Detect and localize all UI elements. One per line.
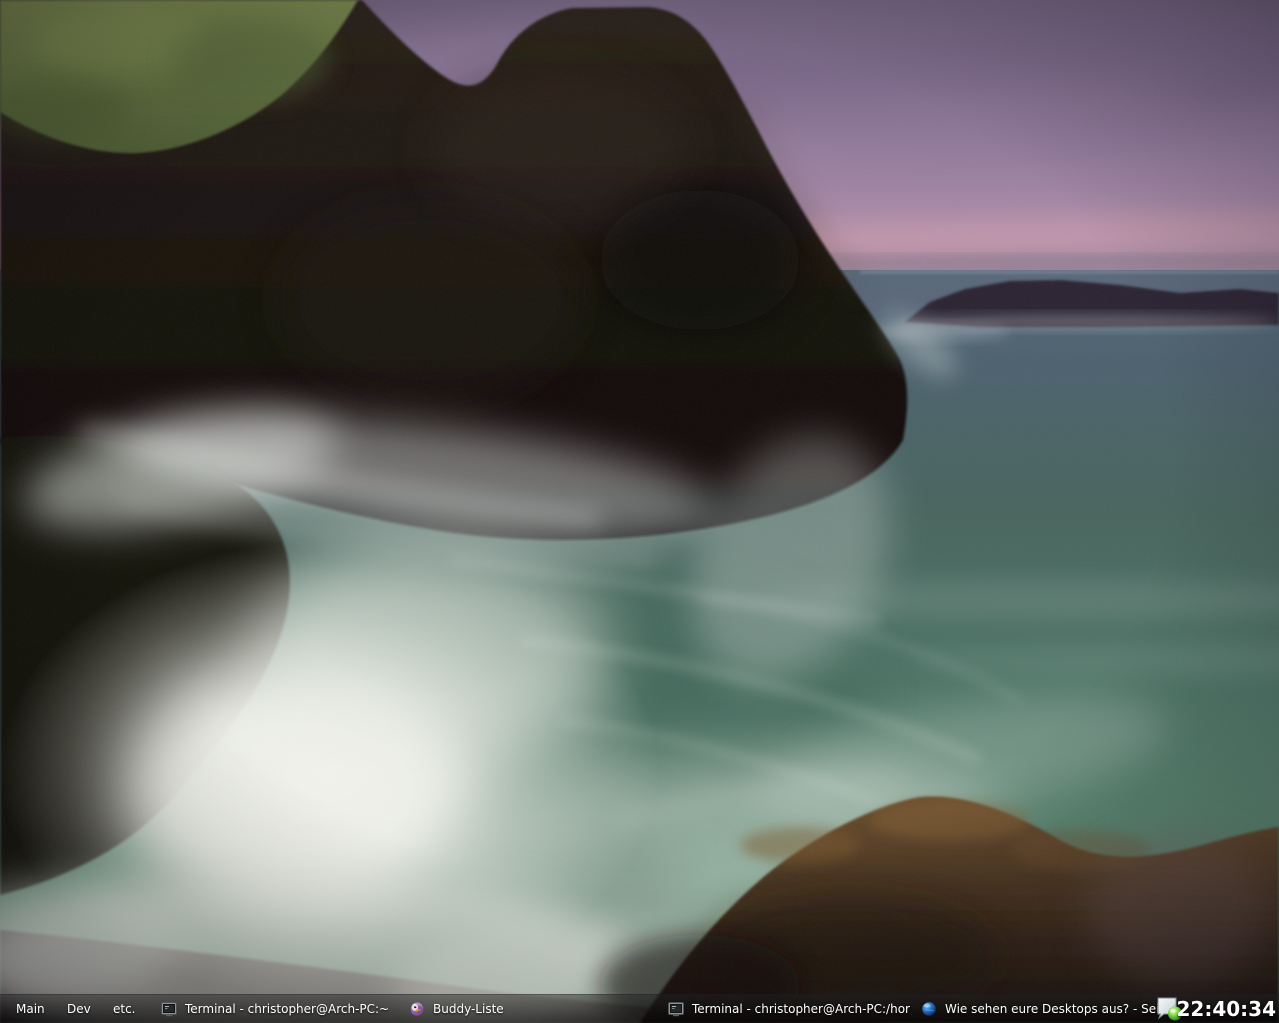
- globe-icon: [921, 1001, 937, 1017]
- task-label: Terminal - christopher@Arch-PC:/hor: [692, 1002, 910, 1016]
- task-label: Wie sehen eure Desktops aus? - Seit: [945, 1002, 1164, 1016]
- task-label: Terminal - christopher@Arch-PC:~: [185, 1002, 389, 1016]
- menu-main[interactable]: Main: [16, 995, 45, 1023]
- menu-dev[interactable]: Dev: [67, 995, 91, 1023]
- task-terminal-hor[interactable]: Terminal - christopher@Arch-PC:/hor: [668, 995, 910, 1023]
- task-browser-desktops-thread[interactable]: Wie sehen eure Desktops aus? - Seit: [921, 995, 1164, 1023]
- task-buddy-list[interactable]: Buddy-Liste: [409, 995, 504, 1023]
- taskbar-panel: Main Dev etc. Terminal - christopher@Arc…: [0, 994, 1279, 1023]
- clock[interactable]: 22:40:34: [1177, 995, 1277, 1023]
- menu-etc[interactable]: etc.: [113, 995, 136, 1023]
- pidgin-icon: [409, 1001, 425, 1017]
- wallpaper-image: [0, 0, 1279, 1023]
- desktop[interactable]: Main Dev etc. Terminal - christopher@Arc…: [0, 0, 1279, 1023]
- task-terminal-home[interactable]: Terminal - christopher@Arch-PC:~: [161, 995, 389, 1023]
- terminal-icon: [668, 1001, 684, 1017]
- task-label: Buddy-Liste: [433, 1002, 504, 1016]
- terminal-icon: [161, 1001, 177, 1017]
